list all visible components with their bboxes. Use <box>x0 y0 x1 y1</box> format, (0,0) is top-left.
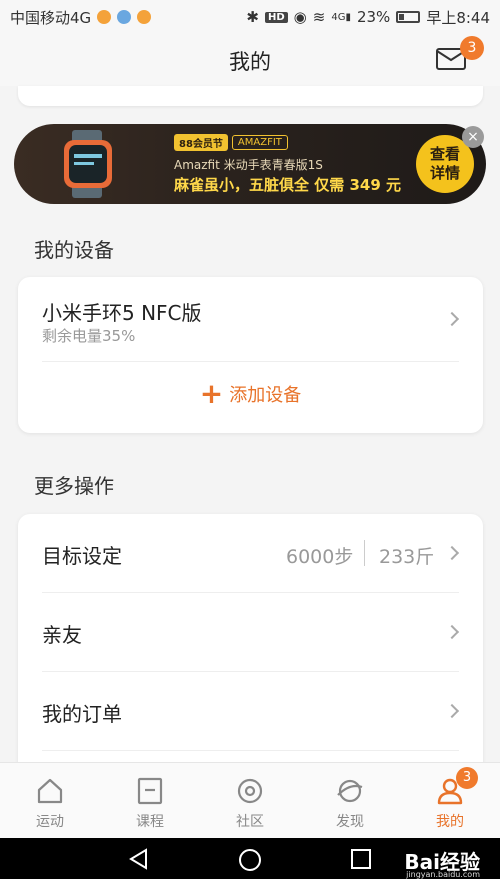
banner-product: Amazfit 米动手表青春版1S <box>174 158 323 172</box>
back-icon[interactable] <box>128 848 150 870</box>
clock-text: 早上8:44 <box>426 8 490 27</box>
plus-icon: + <box>199 377 224 410</box>
goal-label: 目标设定 <box>42 544 122 568</box>
bluetooth-icon: ✱ <box>246 8 259 26</box>
hd-icon: HD <box>264 11 288 23</box>
banner-tags: 88会员节 AMAZFIT <box>174 134 288 151</box>
divider <box>42 361 459 362</box>
close-banner-button[interactable]: × <box>462 126 484 148</box>
add-device-label: 添加设备 <box>229 385 302 406</box>
orders-label: 我的订单 <box>42 702 122 726</box>
device-row[interactable]: 小米手环5 NFC版 剩余电量35% <box>18 277 483 361</box>
battery-icon <box>396 11 421 23</box>
home-nav-icon[interactable] <box>238 848 262 872</box>
wifi-icon: ≋ <box>312 8 326 26</box>
tab-label: 社区 <box>236 814 264 830</box>
notification-icon-2 <box>117 10 132 24</box>
orders-row[interactable]: 我的订单 <box>18 672 483 750</box>
tab-course[interactable]: 课程 <box>100 763 200 838</box>
recents-icon[interactable] <box>350 848 372 870</box>
status-left: 中国移动4G <box>10 7 152 28</box>
tab-label: 我的 <box>436 814 464 830</box>
banner-slogan: 麻雀虽小，五脏俱全 仅需 349 元 <box>174 176 401 194</box>
community-icon <box>237 778 263 804</box>
goal-steps: 6000步 <box>286 546 354 568</box>
profile-card <box>18 86 483 106</box>
add-device-button[interactable]: + 添加设备 <box>18 377 483 410</box>
home-icon <box>37 778 63 804</box>
value-separator <box>364 540 365 566</box>
friends-label: 亲友 <box>42 623 82 647</box>
chevron-right-icon <box>444 311 460 327</box>
divider <box>42 750 459 751</box>
tab-sport[interactable]: 运动 <box>0 763 100 838</box>
discover-icon <box>337 779 363 803</box>
page-title: 我的 <box>229 50 271 74</box>
goal-weight: 233斤 <box>379 546 435 568</box>
course-icon <box>137 777 163 805</box>
tab-community[interactable]: 社区 <box>200 763 300 838</box>
brand-tag: AMAZFIT <box>231 135 288 150</box>
friends-row[interactable]: 亲友 <box>18 593 483 671</box>
mail-badge: 3 <box>460 36 484 60</box>
chevron-right-icon <box>444 624 460 640</box>
tab-discover[interactable]: 发现 <box>300 763 400 838</box>
tab-label: 课程 <box>136 814 164 830</box>
view-details-label: 查看详情 <box>429 145 460 182</box>
chevron-right-icon <box>444 545 460 561</box>
bottom-tab-bar: 运动 课程 社区 发现 我的 3 <box>0 762 500 838</box>
baidu-watermark: Bai经验 jingyan.baidu.com <box>404 846 480 879</box>
signal-icon: 4G▮ <box>331 11 351 23</box>
more-card: 目标设定 6000步 233斤 亲友 我的订单 <box>18 514 483 784</box>
device-name: 小米手环5 NFC版 <box>42 301 202 325</box>
devices-card: 小米手环5 NFC版 剩余电量35% + 添加设备 <box>18 277 483 433</box>
promo-tag: 88会员节 <box>174 134 228 151</box>
watermark-url: jingyan.baidu.com <box>406 870 480 879</box>
status-bar: 中国移动4G ✱ HD ◉ ≋ 4G▮ 23% 早上8:44 <box>0 0 500 34</box>
tab-label: 发现 <box>336 814 364 830</box>
eye-icon: ◉ <box>293 8 307 26</box>
devices-section-title: 我的设备 <box>34 238 114 262</box>
promo-banner[interactable]: 88会员节 AMAZFIT Amazfit 米动手表青春版1S 麻雀虽小，五脏俱… <box>14 124 486 204</box>
carrier-text: 中国移动4G <box>10 8 92 27</box>
watch-image-icon <box>64 130 112 198</box>
profile-badge: 3 <box>456 767 478 789</box>
network-label: 4G <box>331 11 346 23</box>
system-nav-bar: Bai经验 jingyan.baidu.com <box>0 838 500 879</box>
notification-icon <box>97 10 112 24</box>
status-right: ✱ HD ◉ ≋ 4G▮ 23% 早上8:44 <box>246 7 490 28</box>
top-nav: 我的 3 <box>0 34 500 86</box>
tab-profile[interactable]: 我的 3 <box>400 763 500 838</box>
goal-row[interactable]: 目标设定 6000步 233斤 <box>18 514 483 592</box>
taobao-icon <box>137 10 152 24</box>
tab-label: 运动 <box>36 814 64 830</box>
more-section-title: 更多操作 <box>34 474 114 498</box>
battery-percent: 23% <box>356 8 391 26</box>
chevron-right-icon <box>444 703 460 719</box>
device-battery: 剩余电量35% <box>42 327 136 345</box>
